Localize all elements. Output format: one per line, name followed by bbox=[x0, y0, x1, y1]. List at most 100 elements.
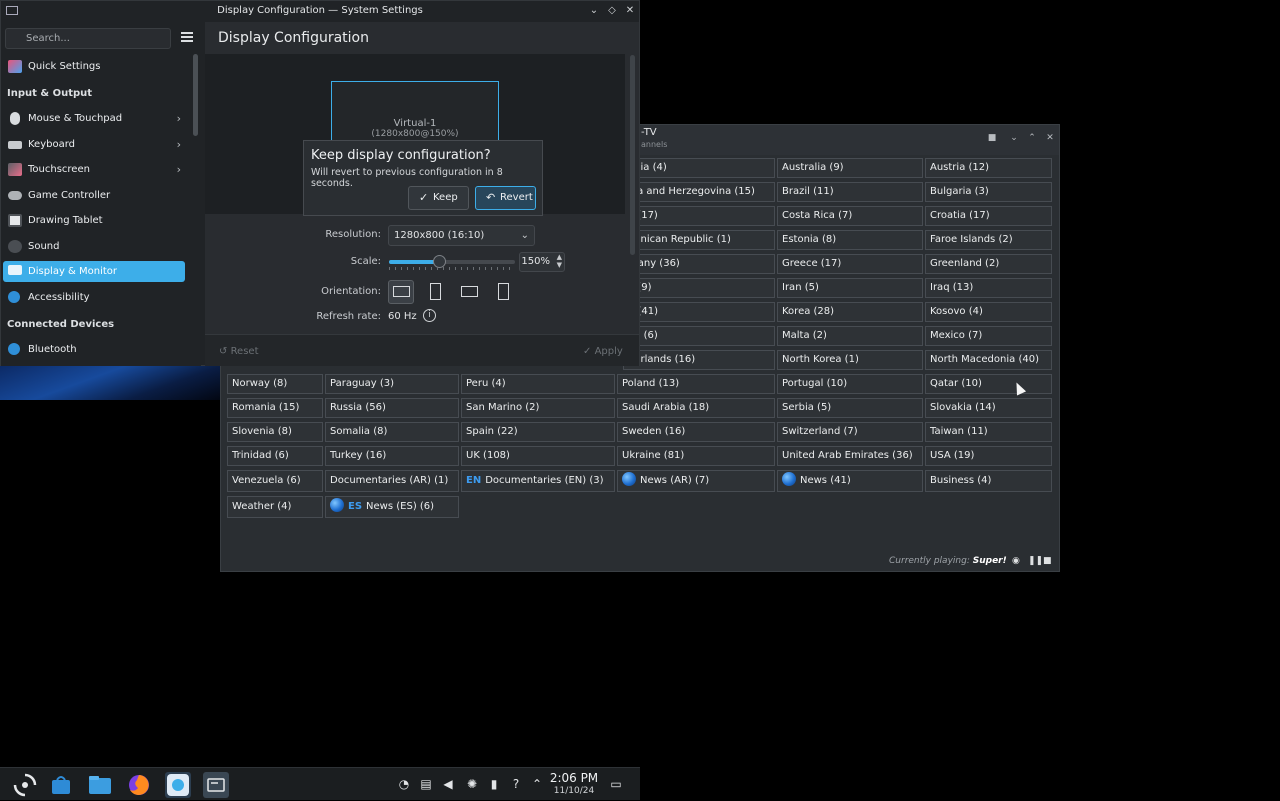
channel-button[interactable]: Malta (2) bbox=[777, 326, 923, 346]
minimize-icon[interactable]: ⌄ bbox=[587, 4, 601, 18]
channel-button[interactable]: Weather (4) bbox=[227, 496, 323, 518]
channel-button[interactable]: Mexico (7) bbox=[925, 326, 1052, 346]
chevron-up-icon[interactable]: ⌃ bbox=[529, 776, 545, 792]
resolution-select[interactable]: 1280x800 (16:10) ⌄ bbox=[388, 225, 535, 246]
sidebar-item-drawing-tablet[interactable]: Drawing Tablet bbox=[3, 210, 185, 231]
search-input[interactable]: Search... bbox=[5, 28, 171, 49]
apply-button[interactable]: ✓ Apply bbox=[575, 341, 633, 363]
channel-button[interactable]: Croatia (17) bbox=[925, 206, 1052, 226]
channel-button[interactable]: Spain (22) bbox=[461, 422, 615, 442]
channel-button[interactable]: Turkey (16) bbox=[325, 446, 459, 466]
firefox-icon[interactable] bbox=[126, 772, 152, 798]
channel-button[interactable]: Switzerland (7) bbox=[777, 422, 923, 442]
app-launcher-icon[interactable] bbox=[12, 772, 38, 798]
stop-icon[interactable]: ■ bbox=[1043, 556, 1052, 566]
clock-date[interactable]: 11/10/24 bbox=[548, 786, 600, 796]
channel-button[interactable]: Trinidad (6) bbox=[227, 446, 323, 466]
channel-button[interactable]: Business (4) bbox=[925, 470, 1052, 492]
clock-time[interactable]: 2:06 PM bbox=[548, 772, 600, 785]
channel-button[interactable]: Ukraine (81) bbox=[617, 446, 775, 466]
show-desktop-icon[interactable]: ▭ bbox=[608, 776, 624, 792]
channel-button[interactable]: USA (19) bbox=[925, 446, 1052, 466]
channel-button[interactable]: many (36) bbox=[623, 254, 775, 274]
sidebar-item-bluetooth[interactable]: Bluetooth bbox=[3, 339, 185, 360]
sidebar-item-quick-settings[interactable]: Quick Settings bbox=[3, 56, 185, 77]
discover-store-icon[interactable] bbox=[48, 772, 74, 798]
channel-button[interactable]: Qatar (10) bbox=[925, 374, 1052, 394]
channel-button[interactable]: Paraguay (3) bbox=[325, 374, 459, 394]
channel-button[interactable]: Slovakia (14) bbox=[925, 398, 1052, 418]
channel-button-news[interactable]: News (41) bbox=[777, 470, 923, 492]
reset-button[interactable]: ↺ Reset bbox=[211, 341, 271, 363]
sidebar-item-display-monitor[interactable]: Display & Monitor bbox=[3, 261, 185, 282]
sidebar-item-keyboard[interactable]: Keyboard › bbox=[3, 134, 185, 155]
channel-button[interactable]: Slovenia (8) bbox=[227, 422, 323, 442]
keep-button[interactable]: ✓ Keep bbox=[408, 186, 469, 210]
channel-button[interactable]: Australia (9) bbox=[777, 158, 923, 178]
eye-icon[interactable]: ◉ bbox=[1012, 556, 1020, 566]
sidebar-item-accessibility[interactable]: Accessibility bbox=[3, 287, 185, 308]
sidebar-item-sound[interactable]: Sound bbox=[3, 236, 185, 257]
tv-minimize-icon[interactable]: ⌄ bbox=[1007, 131, 1021, 145]
clipboard-icon[interactable]: ▤ bbox=[418, 776, 434, 792]
channel-button[interactable]: Brazil (11) bbox=[777, 182, 923, 202]
channel-button[interactable]: Korea (28) bbox=[777, 302, 923, 322]
orientation-landscape-button[interactable] bbox=[388, 280, 414, 304]
close-icon[interactable]: ✕ bbox=[623, 4, 637, 18]
channel-button[interactable]: Peru (4) bbox=[461, 374, 615, 394]
revert-button[interactable]: ↶ Revert bbox=[475, 186, 536, 210]
channel-button[interactable]: Documentaries (AR) (1) bbox=[325, 470, 459, 492]
pause-icon[interactable]: ❚❚ bbox=[1028, 556, 1043, 566]
sidebar-scrollbar[interactable] bbox=[193, 54, 198, 136]
channel-button[interactable]: Serbia (5) bbox=[777, 398, 923, 418]
channel-button[interactable]: Norway (8) bbox=[227, 374, 323, 394]
channel-button[interactable]: Costa Rica (7) bbox=[777, 206, 923, 226]
channel-button[interactable]: n (41) bbox=[623, 302, 775, 322]
channel-button[interactable]: Iraq (13) bbox=[925, 278, 1052, 298]
orientation-portrait-flipped-button[interactable] bbox=[491, 280, 517, 304]
channel-button-documentaries-en[interactable]: EN Documentaries (EN) (3) bbox=[461, 470, 615, 492]
channel-button[interactable]: Kosovo (4) bbox=[925, 302, 1052, 322]
channel-button[interactable]: Russia (56) bbox=[325, 398, 459, 418]
channel-button[interactable]: Taiwan (11) bbox=[925, 422, 1052, 442]
orientation-landscape-flipped-button[interactable] bbox=[457, 280, 483, 304]
channel-button-news-es[interactable]: ES News (ES) (6) bbox=[325, 496, 459, 518]
file-manager-icon[interactable] bbox=[87, 772, 113, 798]
channel-button[interactable]: Greenland (2) bbox=[925, 254, 1052, 274]
channel-button[interactable]: Estonia (8) bbox=[777, 230, 923, 250]
channel-button[interactable]: minican Republic (1) bbox=[623, 230, 775, 250]
channel-button[interactable]: au (6) bbox=[623, 326, 775, 346]
scale-slider[interactable] bbox=[389, 255, 515, 268]
tv-close-icon[interactable]: ✕ bbox=[1043, 131, 1057, 145]
content-scrollbar[interactable] bbox=[630, 55, 635, 255]
channel-button[interactable]: Poland (13) bbox=[617, 374, 775, 394]
channel-button[interactable]: Saudi Arabia (18) bbox=[617, 398, 775, 418]
channel-button[interactable]: a (9) bbox=[623, 278, 775, 298]
sidebar-item-mouse-touchpad[interactable]: Mouse & Touchpad › bbox=[3, 108, 185, 129]
channel-button[interactable]: Somalia (8) bbox=[325, 422, 459, 442]
scale-spinbox[interactable]: 150% ▲ ▼ bbox=[519, 252, 565, 272]
channel-button[interactable]: a (17) bbox=[623, 206, 775, 226]
channel-button[interactable]: Portugal (10) bbox=[777, 374, 923, 394]
channel-button[interactable]: UK (108) bbox=[461, 446, 615, 466]
settings-titlebar[interactable]: Display Configuration — System Settings … bbox=[1, 1, 639, 22]
channel-button[interactable]: Austria (12) bbox=[925, 158, 1052, 178]
channel-button[interactable]: North Korea (1) bbox=[777, 350, 923, 370]
channel-button[interactable]: herlands (16) bbox=[623, 350, 775, 370]
tv-maximize-icon[interactable]: ⌃ bbox=[1025, 131, 1039, 145]
channel-button[interactable]: United Arab Emirates (36) bbox=[777, 446, 923, 466]
channel-button[interactable]: Iran (5) bbox=[777, 278, 923, 298]
volume-icon[interactable]: ◀ bbox=[440, 776, 456, 792]
tv-keep-above-icon[interactable]: ■ bbox=[985, 131, 999, 145]
channel-button[interactable]: Sweden (16) bbox=[617, 422, 775, 442]
channel-button[interactable]: Venezuela (6) bbox=[227, 470, 323, 492]
spin-arrows-icon[interactable]: ▲ ▼ bbox=[557, 253, 562, 269]
channel-button[interactable]: North Macedonia (40) bbox=[925, 350, 1052, 370]
channel-button[interactable]: Romania (15) bbox=[227, 398, 323, 418]
battery-icon[interactable]: ▮ bbox=[486, 776, 502, 792]
help-icon[interactable]: ? bbox=[508, 776, 524, 792]
channel-button[interactable]: nia and Herzegovina (15) bbox=[623, 182, 775, 202]
update-notifier-icon[interactable]: ◔ bbox=[396, 776, 412, 792]
orientation-portrait-button[interactable] bbox=[423, 280, 449, 304]
hamburger-menu-icon[interactable] bbox=[181, 32, 193, 42]
